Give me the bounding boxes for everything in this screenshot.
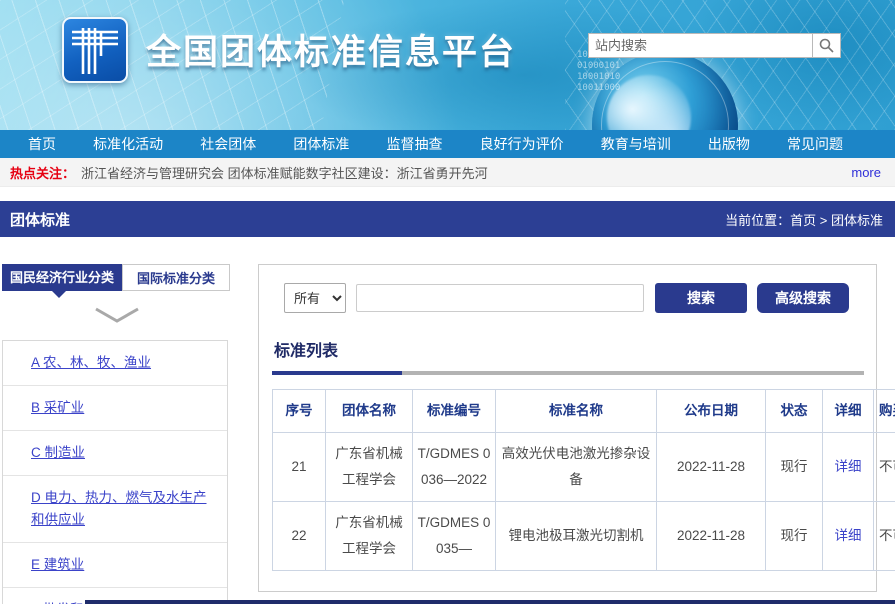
col-header-status: 状态	[766, 390, 823, 433]
nav-item-8[interactable]: 出版物	[708, 134, 750, 154]
cell-date: 2022-11-28	[657, 502, 766, 571]
site-logo-icon	[62, 17, 128, 83]
table-header-row: 序号团体名称标准编号标准名称公布日期状态详细购买信息	[273, 390, 895, 433]
cell-detail: 详细	[823, 433, 874, 502]
list-title: 标准列表	[274, 337, 864, 361]
cell-code: T/GDMES 0036—2022	[413, 433, 496, 502]
cell-name: 高效光伏电池激光掺杂设备	[496, 433, 657, 502]
filter-row: 所有 搜索 高级搜索	[272, 283, 864, 313]
nav-item-4[interactable]: 团体标准	[293, 134, 349, 154]
standards-panel: 所有 搜索 高级搜索 标准列表 序号团体名称标准编号标准名称公布日期状态详细购买…	[258, 264, 877, 592]
nav-item-1[interactable]: 首页	[28, 134, 56, 154]
title-underline	[272, 371, 864, 375]
col-header-detail: 详细	[823, 390, 874, 433]
table-row: 21广东省机械工程学会T/GDMES 0036—2022高效光伏电池激光掺杂设备…	[273, 433, 895, 502]
page: 10101000 01000101 10001010 10011000 全国团体…	[0, 0, 895, 604]
category-item[interactable]: D 电力、热力、燃气及水生产和供应业	[3, 476, 227, 543]
content: 国民经济行业分类 国际标准分类 A 农、林、牧、渔业 B 采矿业 C 制造业 D 电力…	[0, 237, 895, 604]
table-row: 22广东省机械工程学会T/GDMES 0035—锂电池极耳激光切割机2022-1…	[273, 502, 895, 571]
category-link[interactable]: C 制造业	[31, 445, 85, 460]
tab-national-economy-classification[interactable]: 国民经济行业分类	[2, 264, 122, 291]
standards-table: 序号团体名称标准编号标准名称公布日期状态详细购买信息21广东省机械工程学会T/G…	[272, 389, 895, 571]
col-header-code: 标准编号	[413, 390, 496, 433]
site-search	[588, 33, 841, 58]
keyword-input[interactable]	[356, 284, 644, 312]
nav-item-6[interactable]: 良好行为评价	[480, 134, 564, 154]
detail-link[interactable]: 详细	[835, 459, 862, 474]
cell-name: 锂电池极耳激光切割机	[496, 502, 657, 571]
category-link[interactable]: E 建筑业	[31, 557, 84, 572]
main-nav: 首页 标准化活动 社会团体 团体标准 监督抽查 良好行为评价 教育与培训 出版物 常见问题	[0, 130, 895, 158]
nav-item-3[interactable]: 社会团体	[200, 134, 256, 154]
site-search-button[interactable]	[812, 33, 841, 58]
hot-topics-label: 热点关注：	[10, 163, 75, 182]
cell-no: 21	[273, 433, 326, 502]
bottom-strip	[85, 600, 895, 604]
nav-item-5[interactable]: 监督抽查	[387, 134, 443, 154]
cell-org: 广东省机械工程学会	[326, 502, 413, 571]
category-item[interactable]: B 采矿业	[3, 386, 227, 431]
search-icon	[819, 38, 834, 53]
col-header-purchase: 购买信息	[874, 390, 895, 433]
cell-purchase: 不可出售	[874, 433, 895, 502]
category-item[interactable]: C 制造业	[3, 431, 227, 476]
col-header-name: 标准名称	[496, 390, 657, 433]
category-link[interactable]: B 采矿业	[31, 400, 84, 415]
detail-link[interactable]: 详细	[835, 528, 862, 543]
cell-detail: 详细	[823, 502, 874, 571]
site-title: 全国团体标准信息平台	[146, 24, 516, 75]
sidebar-tabs: 国民经济行业分类 国际标准分类	[2, 264, 232, 291]
category-link[interactable]: A 农、林、牧、渔业	[31, 355, 151, 370]
category-item[interactable]: A 农、林、牧、渔业	[3, 341, 227, 386]
col-header-no: 序号	[273, 390, 326, 433]
nav-item-7[interactable]: 教育与培训	[601, 134, 671, 154]
col-header-org: 团体名称	[326, 390, 413, 433]
cell-org: 广东省机械工程学会	[326, 433, 413, 502]
site-header: 10101000 01000101 10001010 10011000 全国团体…	[0, 0, 895, 130]
advanced-search-button[interactable]: 高级搜索	[757, 283, 849, 313]
chevron-down-icon	[94, 307, 140, 328]
sidebar: 国民经济行业分类 国际标准分类 A 农、林、牧、渔业 B 采矿业 C 制造业 D 电力…	[2, 264, 232, 604]
cell-status: 现行	[766, 502, 823, 571]
cell-purchase: 不可出售	[874, 502, 895, 571]
col-header-date: 公布日期	[657, 390, 766, 433]
cell-no: 22	[273, 502, 326, 571]
category-list: A 农、林、牧、渔业 B 采矿业 C 制造业 D 电力、热力、燃气及水生产和供应业 E …	[2, 340, 228, 604]
search-button[interactable]: 搜索	[655, 283, 747, 313]
tab-international-standard-classification[interactable]: 国际标准分类	[122, 264, 230, 291]
category-link[interactable]: D 电力、热力、燃气及水生产和供应业	[31, 490, 207, 527]
more-link[interactable]: more	[851, 165, 881, 180]
filter-select[interactable]: 所有	[284, 283, 346, 313]
nav-item-2[interactable]: 标准化活动	[93, 134, 163, 154]
section-bar: 团体标准 当前位置：首页 > 团体标准	[0, 201, 895, 237]
category-item[interactable]: E 建筑业	[3, 543, 227, 588]
site-search-input[interactable]	[588, 33, 812, 58]
hot-topics-bar: 热点关注： 浙江省经济与管理研究会 团体标准赋能数字社区建设：浙江省勇开先河 m…	[0, 158, 895, 187]
section-title: 团体标准	[10, 209, 70, 230]
cell-status: 现行	[766, 433, 823, 502]
nav-item-9[interactable]: 常见问题	[787, 134, 843, 154]
cell-date: 2022-11-28	[657, 433, 766, 502]
hot-topic-headline[interactable]: 浙江省经济与管理研究会 团体标准赋能数字社区建设：浙江省勇开先河	[81, 163, 488, 182]
breadcrumb[interactable]: 当前位置：首页 > 团体标准	[725, 210, 883, 229]
cell-code: T/GDMES 0035—	[413, 502, 496, 571]
